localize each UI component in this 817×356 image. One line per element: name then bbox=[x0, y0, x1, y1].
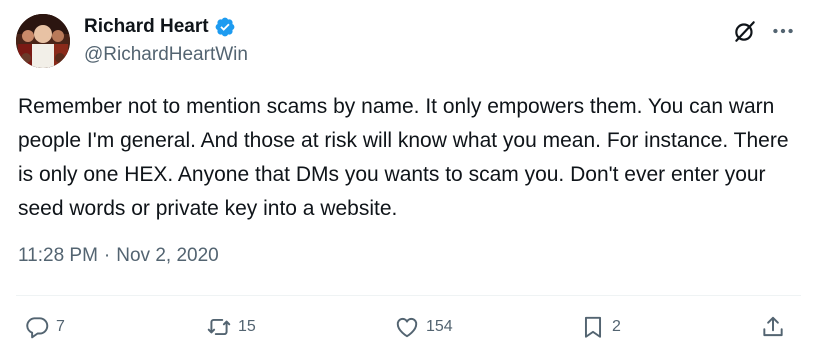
tweet-time[interactable]: 11:28 PM bbox=[18, 245, 98, 267]
heart-icon bbox=[396, 317, 418, 338]
like-count: 154 bbox=[426, 318, 453, 335]
tweet-date[interactable]: Nov 2, 2020 bbox=[116, 245, 218, 267]
bookmark-button[interactable]: 2 bbox=[580, 312, 621, 342]
grok-icon[interactable] bbox=[732, 18, 758, 44]
tweet-text: Remember not to mention scams by name. I… bbox=[18, 95, 789, 220]
bookmark-count: 2 bbox=[612, 318, 621, 335]
bookmark-icon bbox=[584, 316, 602, 338]
share-button[interactable] bbox=[760, 312, 786, 342]
repost-button[interactable]: 15 bbox=[206, 312, 256, 342]
reply-button[interactable]: 7 bbox=[24, 312, 65, 342]
author-handle[interactable]: @RichardHeartWin bbox=[84, 44, 248, 66]
like-button[interactable]: 154 bbox=[394, 312, 453, 342]
display-name[interactable]: Richard Heart bbox=[84, 16, 209, 38]
reply-count: 7 bbox=[56, 318, 65, 335]
repost-count: 15 bbox=[238, 318, 256, 335]
divider bbox=[16, 295, 801, 296]
tweet-card[interactable]: Richard Heart @RichardHeartWin Remember … bbox=[0, 0, 817, 356]
avatar-image bbox=[16, 14, 70, 68]
share-icon bbox=[763, 316, 783, 337]
verified-badge-icon[interactable] bbox=[214, 16, 236, 38]
tweet-timestamp[interactable]: 11:28 PM · Nov 2, 2020 bbox=[18, 245, 219, 267]
repost-icon bbox=[207, 318, 231, 336]
more-icon[interactable] bbox=[770, 18, 796, 44]
avatar[interactable] bbox=[16, 14, 70, 68]
author-name-row[interactable]: Richard Heart bbox=[84, 14, 236, 40]
meta-separator: · bbox=[103, 245, 111, 266]
reply-icon bbox=[26, 317, 49, 339]
